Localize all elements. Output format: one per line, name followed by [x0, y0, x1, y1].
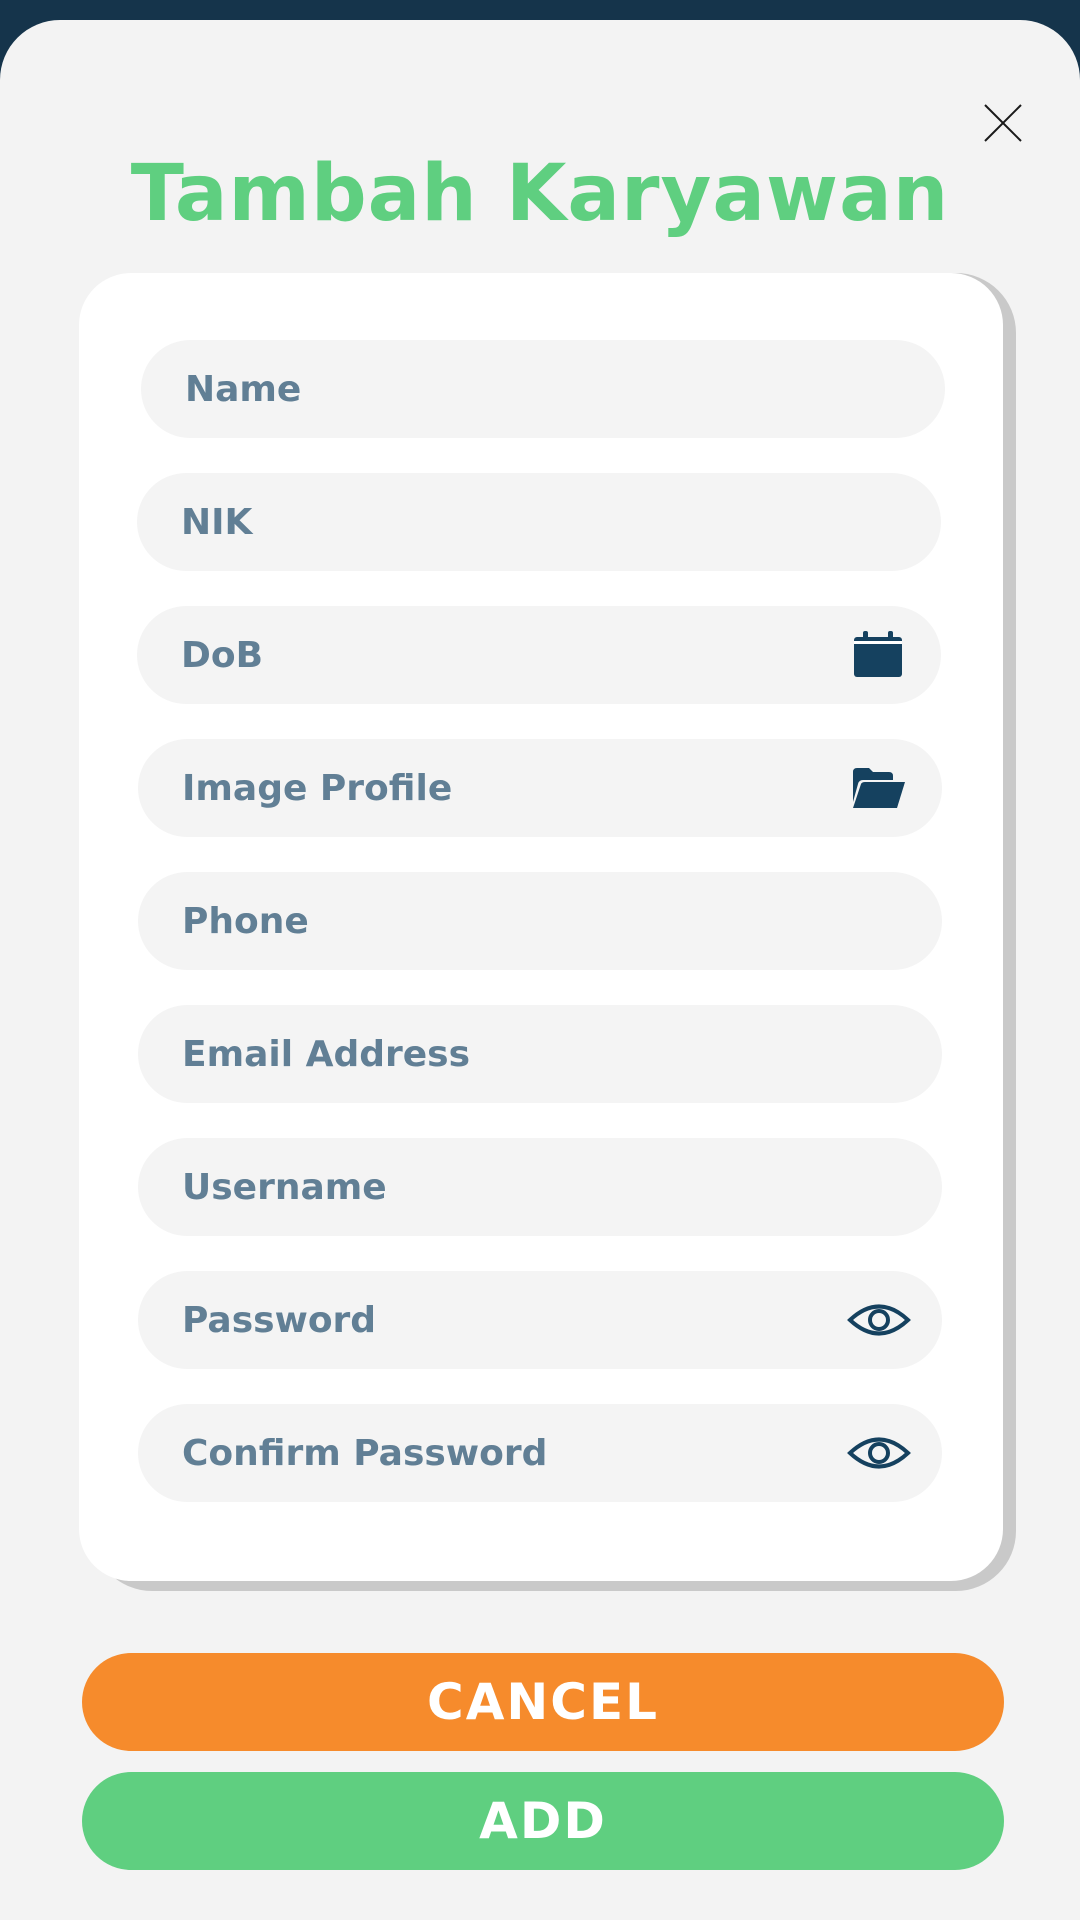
image-profile-field[interactable]: Image Profile: [138, 739, 942, 837]
email-field[interactable]: Email Address: [138, 1005, 942, 1103]
password-field[interactable]: Password: [138, 1271, 942, 1369]
folder-icon[interactable]: [846, 761, 912, 815]
email-field-placeholder: Email Address: [182, 1033, 471, 1075]
close-button[interactable]: [978, 98, 1028, 148]
eye-icon[interactable]: [846, 1426, 912, 1480]
confirm-password-field-placeholder: Confirm Password: [182, 1432, 548, 1474]
nik-field[interactable]: NIK: [137, 473, 941, 571]
cancel-button[interactable]: CANCEL: [82, 1653, 1004, 1751]
username-field-placeholder: Username: [182, 1166, 387, 1208]
modal-sheet: Tambah Karyawan Name NIK DoB Image Profi…: [0, 20, 1080, 1920]
phone-field[interactable]: Phone: [138, 872, 942, 970]
dob-field[interactable]: DoB: [137, 606, 941, 704]
close-icon[interactable]: [978, 98, 1028, 148]
password-field-placeholder: Password: [182, 1299, 377, 1341]
name-field[interactable]: Name: [141, 340, 945, 438]
phone-field-placeholder: Phone: [182, 900, 309, 942]
username-field[interactable]: Username: [138, 1138, 942, 1236]
cancel-button-label: CANCEL: [427, 1673, 659, 1731]
name-field-placeholder: Name: [185, 368, 302, 410]
page-title: Tambah Karyawan: [130, 149, 950, 239]
calendar-icon[interactable]: [845, 628, 911, 682]
add-button[interactable]: ADD: [82, 1772, 1004, 1870]
dob-field-placeholder: DoB: [181, 634, 264, 676]
image-profile-field-placeholder: Image Profile: [182, 767, 453, 809]
add-button-label: ADD: [479, 1792, 607, 1850]
eye-icon[interactable]: [846, 1293, 912, 1347]
nik-field-placeholder: NIK: [181, 501, 253, 543]
confirm-password-field[interactable]: Confirm Password: [138, 1404, 942, 1502]
